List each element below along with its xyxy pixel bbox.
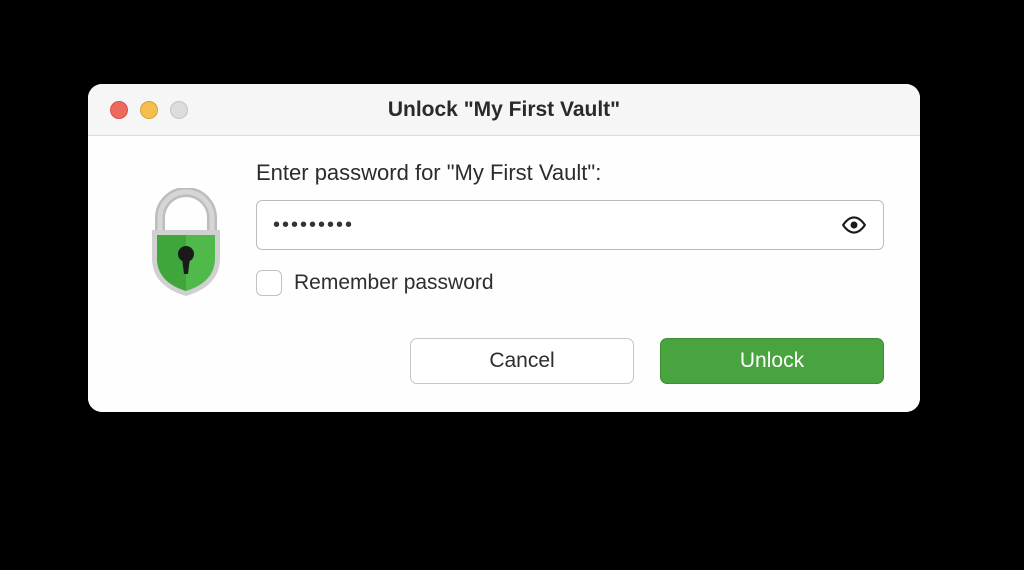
eye-icon bbox=[841, 212, 867, 238]
password-field-wrapper bbox=[256, 200, 884, 250]
button-row: Cancel Unlock bbox=[256, 338, 884, 384]
form-column: Enter password for "My First Vault": Rem… bbox=[256, 160, 884, 384]
dialog-body: Enter password for "My First Vault": Rem… bbox=[88, 136, 920, 412]
cancel-button[interactable]: Cancel bbox=[410, 338, 634, 384]
unlock-dialog: Unlock "My First Vault" Enter password f… bbox=[88, 84, 920, 412]
window-minimize-button[interactable] bbox=[140, 101, 158, 119]
reveal-password-button[interactable] bbox=[834, 200, 874, 250]
remember-password-label: Remember password bbox=[294, 271, 494, 295]
remember-row: Remember password bbox=[256, 270, 884, 296]
unlock-button[interactable]: Unlock bbox=[660, 338, 884, 384]
titlebar: Unlock "My First Vault" bbox=[88, 84, 920, 136]
window-controls bbox=[88, 101, 188, 119]
window-zoom-button bbox=[170, 101, 188, 119]
remember-password-checkbox[interactable] bbox=[256, 270, 282, 296]
password-input[interactable] bbox=[256, 200, 884, 250]
window-title: Unlock "My First Vault" bbox=[88, 98, 920, 122]
icon-column bbox=[116, 160, 256, 384]
password-prompt: Enter password for "My First Vault": bbox=[256, 160, 884, 186]
window-close-button[interactable] bbox=[110, 101, 128, 119]
lock-icon bbox=[140, 188, 232, 298]
